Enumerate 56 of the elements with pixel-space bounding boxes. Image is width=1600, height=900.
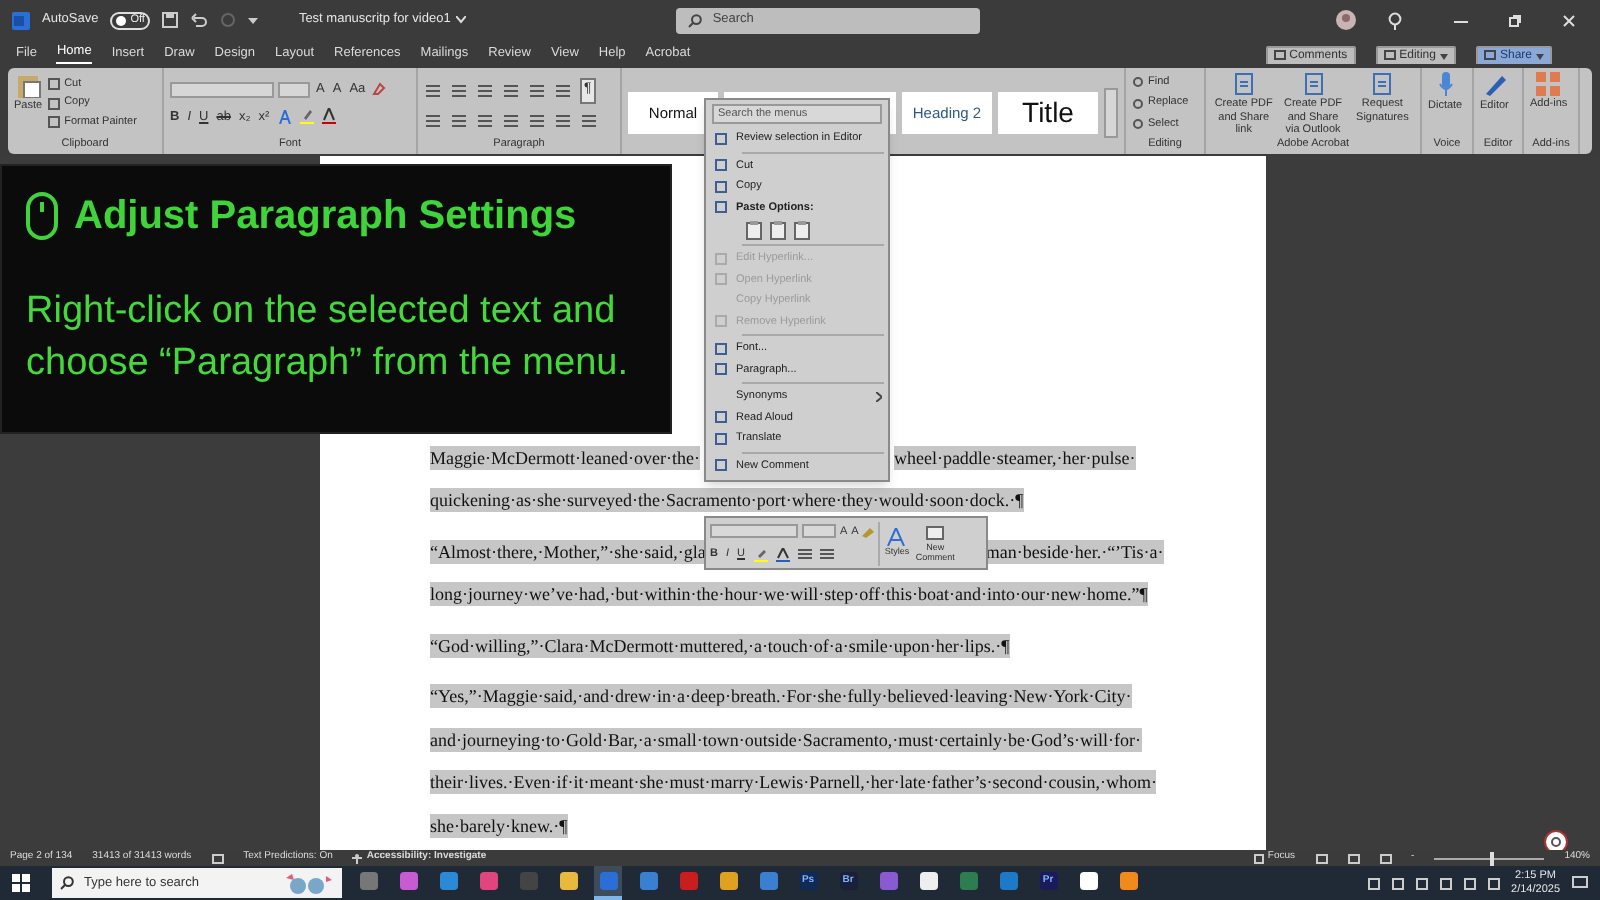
document-text: “Almost·there,·Mother,”·she·said,·gla (430, 539, 706, 564)
restore-icon (1508, 13, 1522, 27)
document-text: “Yes,”·Maggie·said,·and·drew·in·a·deep·breath.·For·she·fully·believed·leaving·New·York·City· (430, 684, 1132, 709)
styles-icon (886, 527, 907, 546)
paste-merge-icon (770, 220, 788, 240)
accessibility-icon (352, 853, 363, 863)
chevron-down-icon (456, 16, 467, 24)
document-text: quickening·as·she·surveyed·the·Sacramento·port·where·they·would·soon·dock.·¶ (430, 488, 1024, 513)
document-text: man·beside·her.·“’Tis·a· (985, 539, 1164, 564)
text-effects-icon (277, 109, 292, 124)
paste-keep-formatting-icon (746, 220, 764, 240)
styles-gallery-scroll[interactable] (1104, 88, 1118, 138)
pdf-icon (1231, 72, 1256, 96)
align-right-icon (476, 113, 494, 128)
overlay-title: Adjust Paragraph Settings (74, 192, 577, 242)
lightbulb-icon (1388, 11, 1402, 29)
document-text: their·lives.·Even·if·it·meant·she·must·marry·Lewis·Parnell,·her·late·father’s·second·cousin,·whom· (430, 770, 1157, 795)
close-icon (1562, 13, 1576, 27)
font-name-field[interactable] (170, 81, 274, 98)
document-text: “God·willing,”·Clara·McDermott·muttered,·a·touch·of·a·smile·upon·her·lips.·¶ (430, 633, 1010, 658)
paste-text-only-icon (794, 220, 812, 240)
caret-icon (1439, 53, 1448, 59)
font-size-field[interactable] (278, 81, 310, 98)
mouse-icon (26, 192, 58, 240)
chevron-right-icon (876, 391, 882, 402)
highlighter-icon (299, 108, 314, 125)
avatar-icon (1336, 10, 1356, 30)
format-painter-icon (862, 525, 875, 538)
save-icon (162, 12, 179, 28)
justify-icon (502, 113, 520, 128)
font-color-icon (321, 108, 336, 125)
customize-caret-icon (248, 15, 259, 25)
document-text: Maggie·McDermott·leaned·over·the· (430, 445, 700, 470)
highlighter-icon (753, 547, 767, 562)
document-text: wheel·paddle·steamer,·her·pulse· (893, 445, 1136, 470)
font-name-field[interactable] (710, 524, 798, 539)
clear-formatting-icon (371, 82, 386, 97)
center-icon (450, 113, 468, 128)
comment-plus-icon (926, 525, 945, 541)
recorder-badge-icon (1544, 830, 1568, 850)
style-option[interactable]: Title (998, 92, 1098, 134)
overlay-instruction: Right-click on the selected text and choose “Paragraph” from the menu. (24, 288, 630, 388)
document-text: and·journeying·to·Gold·Bar,·a·small·town·outside·Sacramento,·must·certainly·be·God’s·will·for· (430, 727, 1142, 752)
font-size-field[interactable] (802, 524, 836, 539)
document-text: she·barely·knew.·¶ (430, 813, 568, 838)
document-text: long·journey·we’ve·had,·but·within·the·hour·we·will·step·off·this·boat·and·into·our·new·home.”¶ (430, 582, 1148, 607)
align-left-icon (424, 113, 442, 128)
birds-drawing (282, 871, 334, 895)
pdf-icon (1370, 72, 1395, 96)
pdf-icon (1301, 72, 1325, 96)
font-color-icon (775, 547, 789, 562)
caret-icon (1536, 53, 1544, 59)
grid-icon (1536, 72, 1561, 96)
windows-start-icon (12, 874, 30, 892)
word-logo-icon (12, 11, 30, 29)
undo-icon (190, 12, 209, 28)
